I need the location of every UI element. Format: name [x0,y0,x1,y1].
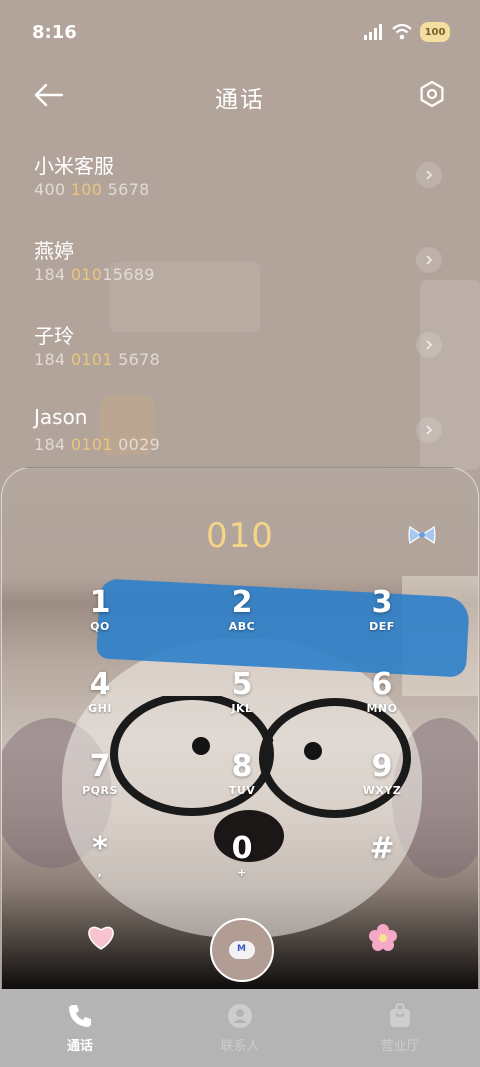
dial-key-4[interactable]: 4 GHI [40,668,160,748]
contact-name: 子玲 [34,324,74,348]
flower-icon[interactable] [368,923,398,953]
header: 通话 [0,70,480,120]
battery-cat-icon: 100 [420,22,450,42]
cloud-icon: M [229,941,255,959]
dial-key-9[interactable]: 9 WXYZ [322,750,442,830]
recent-calls-list: 小米客服 400 100 5678 燕婷 184 01015689 子玲 184… [0,140,480,480]
contact-name: Jason [34,405,88,429]
dial-key-hash[interactable]: # [322,832,442,912]
bow-icon[interactable] [408,524,436,546]
dial-key-8[interactable]: 8 TUV [182,750,302,830]
page-title: 通话 [215,87,265,113]
nav-tab-contacts[interactable]: 联系人 [160,989,320,1067]
dialed-number-display: 010 [206,516,274,556]
contact-icon [228,1004,252,1028]
contact-number: 400 100 5678 [34,180,150,199]
chevron-right-icon[interactable] [416,417,442,443]
contact-number: 184 0101 5678 [34,350,161,369]
shopping-bag-icon [390,1003,410,1027]
dial-key-star[interactable]: *, [40,832,160,912]
nav-label: 营业厅 [380,1039,420,1054]
list-item[interactable]: 子玲 184 0101 5678 [0,310,480,395]
contact-number: 184 01015689 [34,265,155,284]
chevron-right-icon[interactable] [416,162,442,188]
settings-gear-icon[interactable] [418,80,446,108]
wifi-icon [392,24,412,40]
dial-key-3[interactable]: 3 DEF [322,586,442,666]
contact-number: 184 0101 0029 [34,435,161,454]
dial-key-6[interactable]: 6 MNO [322,668,442,748]
contact-name: 小米客服 [34,154,114,178]
dialer-panel: 010 1 QO 2 ABC 3 DEF 4 GHI 5 JKL 6 MNO 7 PQRS 8… [1,467,479,990]
dial-key-1[interactable]: 1 QO [40,586,160,666]
contact-name: 燕婷 [34,239,74,263]
heart-icon[interactable] [86,923,116,951]
call-button[interactable]: M [210,918,274,982]
dial-key-5[interactable]: 5 JKL [182,668,302,748]
dial-key-0[interactable]: 0 + [182,832,302,912]
nav-label: 通话 [66,1039,93,1054]
nav-tab-calls[interactable]: 通话 [0,989,160,1067]
bottom-nav: 通话 联系人 营业厅 [0,989,480,1067]
nav-tab-service-hall[interactable]: 营业厅 [320,989,480,1067]
list-item[interactable]: 小米客服 400 100 5678 [0,140,480,225]
list-item[interactable]: 燕婷 184 01015689 [0,225,480,310]
dial-key-2[interactable]: 2 ABC [182,586,302,666]
dial-key-7[interactable]: 7 PQRS [40,750,160,830]
status-icons: 100 [364,22,450,42]
nav-label: 联系人 [220,1039,260,1054]
chevron-right-icon[interactable] [416,247,442,273]
chevron-right-icon[interactable] [416,332,442,358]
signal-icon [364,24,382,40]
phone-icon [69,1005,91,1027]
status-bar: 8:16 100 [0,0,480,68]
status-time: 8:16 [32,22,77,43]
